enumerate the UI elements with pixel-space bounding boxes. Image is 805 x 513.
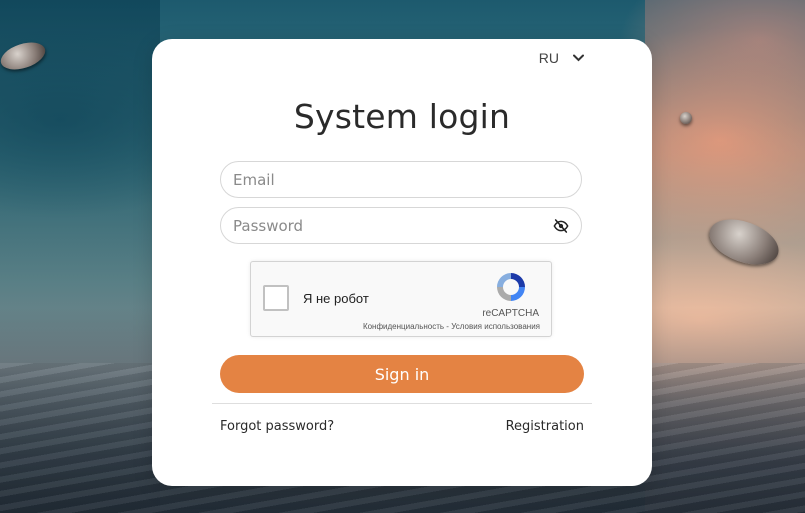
eye-off-icon[interactable] (553, 218, 569, 234)
email-field-wrapper (220, 161, 582, 198)
login-card: RU System login Я не робот reCAPTCHA Кон… (152, 39, 652, 486)
recaptcha-widget: Я не робот reCAPTCHA Конфиденциальность … (250, 261, 552, 337)
coin-image (680, 112, 692, 124)
captcha-links[interactable]: Конфиденциальность - Условия использован… (363, 322, 540, 331)
recaptcha-icon (497, 273, 525, 301)
captcha-brand: reCAPTCHA (482, 308, 539, 319)
chevron-down-icon (573, 54, 584, 62)
page-title: System login (293, 97, 511, 136)
forgot-password-link[interactable]: Forgot password? (220, 419, 334, 434)
email-field[interactable] (221, 170, 581, 189)
captcha-checkbox[interactable] (263, 285, 289, 311)
language-selector[interactable]: RU (539, 50, 584, 66)
captcha-label: Я не робот (303, 291, 369, 306)
password-field[interactable] (221, 216, 581, 235)
language-label: RU (538, 50, 559, 66)
sign-in-button[interactable]: Sign in (220, 355, 584, 393)
registration-link[interactable]: Registration (506, 419, 584, 434)
divider (212, 403, 592, 404)
password-field-wrapper (220, 207, 582, 244)
